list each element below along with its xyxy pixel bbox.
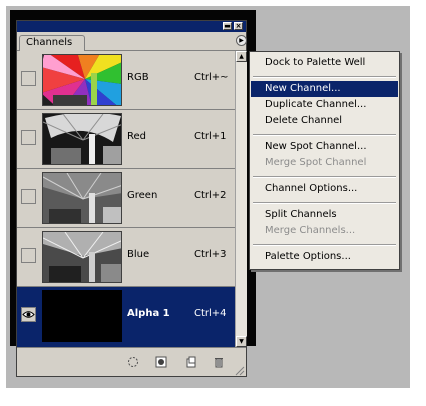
palette-flyout-menu: Dock to Palette Well New Channel... Dupl… <box>249 51 400 270</box>
new-channel-icon[interactable] <box>185 356 197 368</box>
menu-separator <box>253 76 396 78</box>
palette-tab-row: Channels <box>17 32 246 51</box>
palette-footer <box>17 347 246 376</box>
menu-item-new-spot-channel[interactable]: New Spot Channel... <box>251 139 398 155</box>
load-selection-icon[interactable] <box>127 356 139 368</box>
visibility-toggle[interactable] <box>21 248 36 263</box>
channel-name: RGB <box>127 72 149 83</box>
channel-row-blue[interactable]: Blue Ctrl+3 <box>17 228 235 287</box>
menu-item-merge-channels[interactable]: Merge Channels... <box>251 223 398 239</box>
channel-shortcut: Ctrl+4 <box>194 308 227 319</box>
channel-name: Blue <box>127 249 150 260</box>
menu-item-palette-options[interactable]: Palette Options... <box>251 249 398 265</box>
close-icon[interactable]: × <box>234 22 243 30</box>
menu-separator <box>253 134 396 136</box>
palette-titlebar[interactable]: ▬ × <box>17 21 246 32</box>
channel-thumbnail-red <box>42 113 122 165</box>
channel-shortcut: Ctrl+1 <box>194 131 227 142</box>
menu-item-dock-to-palette-well[interactable]: Dock to Palette Well <box>251 55 398 71</box>
menu-item-new-channel[interactable]: New Channel... <box>251 81 398 97</box>
channel-list: RGB Ctrl+~ Red Ctrl+1 Green Ctrl+2 Blue … <box>17 51 235 347</box>
channel-name: Green <box>127 190 158 201</box>
menu-item-merge-spot-channel[interactable]: Merge Spot Channel <box>251 155 398 171</box>
scroll-up-icon[interactable]: ▲ <box>236 51 247 62</box>
tab-channels[interactable]: Channels <box>19 35 86 51</box>
channel-row-green[interactable]: Green Ctrl+2 <box>17 169 235 228</box>
channel-thumbnail-alpha-1 <box>42 290 122 342</box>
channel-name: Alpha 1 <box>127 308 170 319</box>
channel-shortcut: Ctrl+2 <box>194 190 227 201</box>
channel-row-alpha-1[interactable]: Alpha 1 Ctrl+4 <box>17 287 235 347</box>
menu-item-duplicate-channel[interactable]: Duplicate Channel... <box>251 97 398 113</box>
channel-shortcut: Ctrl+~ <box>194 72 229 83</box>
trash-icon[interactable] <box>213 356 225 368</box>
channel-row-rgb[interactable]: RGB Ctrl+~ <box>17 51 235 110</box>
palette-menu-arrow-icon[interactable]: ▶ <box>236 35 247 46</box>
menu-separator <box>253 244 396 246</box>
scroll-down-icon[interactable]: ▼ <box>236 336 247 347</box>
visibility-toggle[interactable] <box>21 71 36 86</box>
resize-grip-icon[interactable] <box>233 364 245 376</box>
menu-separator <box>253 176 396 178</box>
visibility-toggle[interactable] <box>21 130 36 145</box>
menu-item-split-channels[interactable]: Split Channels <box>251 207 398 223</box>
channel-shortcut: Ctrl+3 <box>194 249 227 260</box>
visibility-toggle[interactable] <box>21 189 36 204</box>
channel-thumbnail-rgb <box>42 54 122 106</box>
channel-thumbnail-blue <box>42 231 122 283</box>
vertical-scrollbar[interactable]: ▲ ▼ <box>235 51 247 347</box>
channel-row-red[interactable]: Red Ctrl+1 <box>17 110 235 169</box>
minimize-icon[interactable]: ▬ <box>223 22 232 30</box>
menu-separator <box>253 202 396 204</box>
eye-icon[interactable] <box>21 307 36 322</box>
channels-palette: ▬ × Channels ▶ RGB Ctrl+~ Red Ctrl+1 Gre… <box>16 20 247 377</box>
menu-item-delete-channel[interactable]: Delete Channel <box>251 113 398 129</box>
channel-thumbnail-green <box>42 172 122 224</box>
save-selection-icon[interactable] <box>155 356 167 368</box>
channel-name: Red <box>127 131 146 142</box>
menu-item-channel-options[interactable]: Channel Options... <box>251 181 398 197</box>
